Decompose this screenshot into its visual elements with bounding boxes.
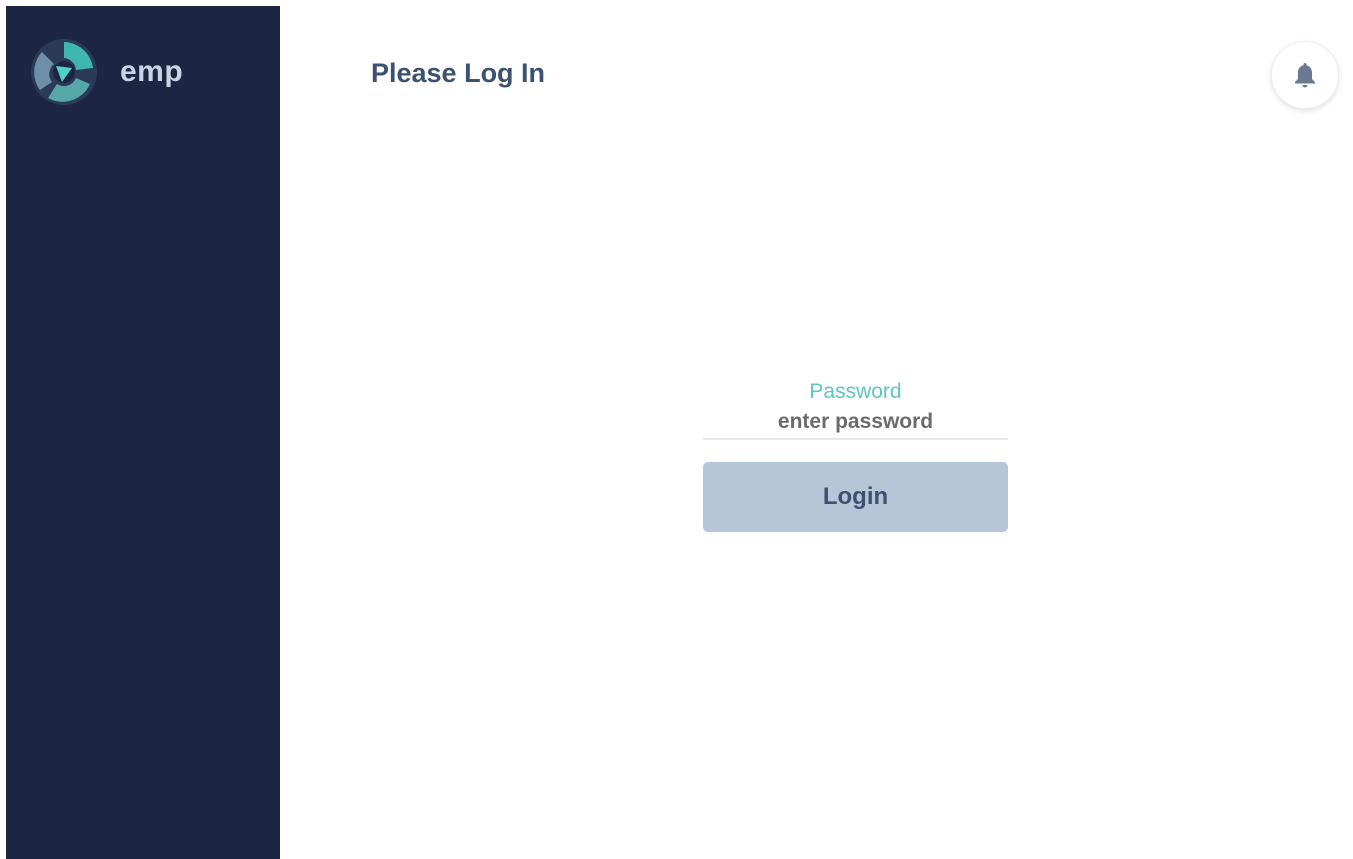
login-form: Password Login	[703, 378, 1008, 532]
bell-icon	[1295, 63, 1315, 88]
password-input[interactable]	[703, 406, 1008, 440]
password-label: Password	[809, 380, 902, 403]
brand[interactable]: emp	[30, 38, 183, 106]
notifications-button[interactable]	[1271, 41, 1339, 109]
login-button[interactable]: Login	[703, 462, 1008, 532]
sidebar: emp	[6, 6, 280, 859]
page-title: Please Log In	[371, 58, 546, 88]
emp-logo-icon	[31, 39, 97, 105]
brand-name: emp	[120, 55, 184, 88]
